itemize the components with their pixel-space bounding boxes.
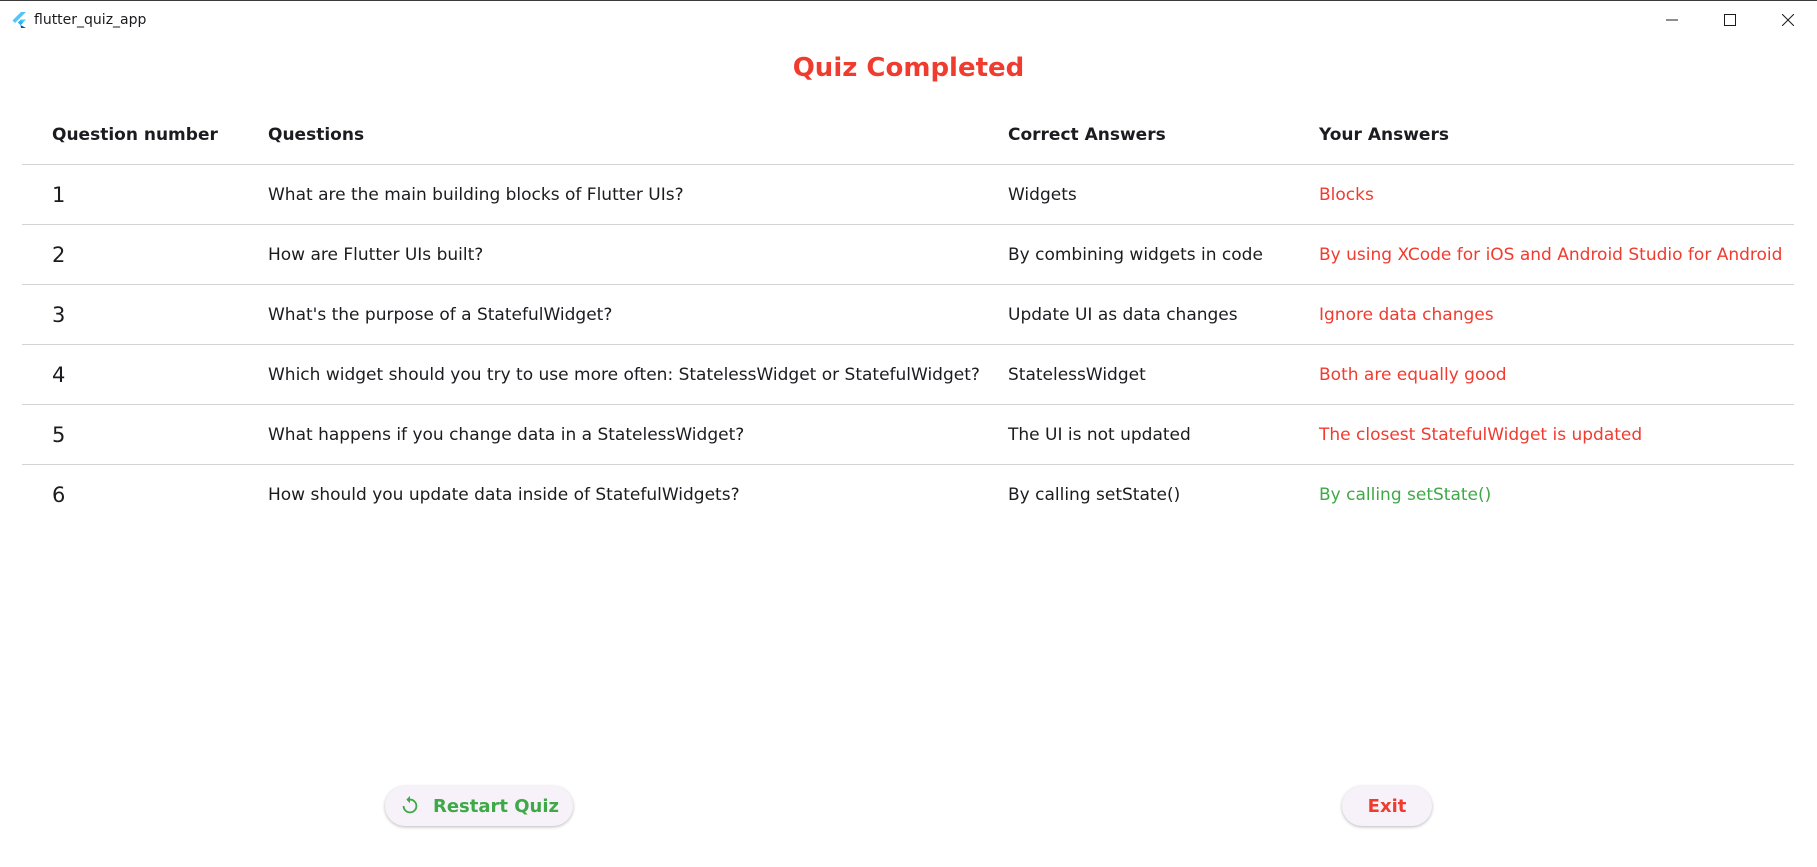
question-number: 6	[52, 483, 66, 507]
results-table: Question number Questions Correct Answer…	[22, 105, 1794, 525]
your-answer: By calling setState()	[1319, 485, 1492, 505]
table-row: 3 What's the purpose of a StatefulWidget…	[22, 285, 1794, 345]
flutter-logo-icon	[12, 12, 26, 28]
window-controls	[1643, 1, 1817, 39]
maximize-button[interactable]	[1701, 1, 1759, 39]
question-text: What's the purpose of a StatefulWidget?	[268, 305, 613, 325]
correct-answer: By calling setState()	[1008, 485, 1181, 505]
correct-answer: The UI is not updated	[1008, 425, 1191, 445]
your-answer: By using XCode for iOS and Android Studi…	[1319, 245, 1783, 265]
minimize-icon	[1666, 19, 1678, 21]
header-questions: Questions	[268, 125, 365, 145]
your-answer: Blocks	[1319, 185, 1374, 205]
correct-answer: Update UI as data changes	[1008, 305, 1238, 325]
app-window: flutter_quiz_app Quiz Completed Question…	[0, 0, 1817, 867]
question-text: How are Flutter UIs built?	[268, 245, 484, 265]
question-text: What are the main building blocks of Flu…	[268, 185, 684, 205]
question-number: 5	[52, 423, 66, 447]
table-row: 2 How are Flutter UIs built? By combinin…	[22, 225, 1794, 285]
your-answer: Ignore data changes	[1319, 305, 1494, 325]
table-row: 1 What are the main building blocks of F…	[22, 165, 1794, 225]
title-bar[interactable]: flutter_quiz_app	[0, 1, 1817, 39]
minimize-button[interactable]	[1643, 1, 1701, 39]
correct-answer: By combining widgets in code	[1008, 245, 1263, 265]
header-correct-answers: Correct Answers	[1008, 125, 1166, 145]
close-button[interactable]	[1759, 1, 1817, 39]
restart-quiz-button[interactable]: Restart Quiz	[385, 786, 573, 826]
question-text: How should you update data inside of Sta…	[268, 485, 740, 505]
question-number: 3	[52, 303, 66, 327]
exit-button[interactable]: Exit	[1342, 786, 1432, 826]
page-title: Quiz Completed	[792, 53, 1025, 83]
table-row: 5 What happens if you change data in a S…	[22, 405, 1794, 465]
your-answer: Both are equally good	[1319, 365, 1507, 385]
table-header-row: Question number Questions Correct Answer…	[22, 105, 1794, 165]
correct-answer: StatelessWidget	[1008, 365, 1146, 385]
question-number: 1	[52, 183, 66, 207]
table-row: 6 How should you update data inside of S…	[22, 465, 1794, 525]
window-title: flutter_quiz_app	[34, 12, 147, 28]
restart-quiz-label: Restart Quiz	[432, 795, 560, 817]
exit-label: Exit	[1367, 795, 1407, 817]
question-number: 2	[52, 243, 66, 267]
table-row: 4 Which widget should you try to use mor…	[22, 345, 1794, 405]
question-text: What happens if you change data in a Sta…	[268, 425, 745, 445]
your-answer: The closest StatefulWidget is updated	[1319, 425, 1643, 445]
question-text: Which widget should you try to use more …	[268, 365, 980, 385]
question-number: 4	[52, 363, 66, 387]
header-question-number: Question number	[52, 125, 218, 145]
header-your-answers: Your Answers	[1319, 125, 1449, 145]
close-icon	[1782, 14, 1794, 26]
restart-icon	[399, 795, 421, 817]
correct-answer: Widgets	[1008, 185, 1077, 205]
maximize-icon	[1724, 14, 1736, 26]
